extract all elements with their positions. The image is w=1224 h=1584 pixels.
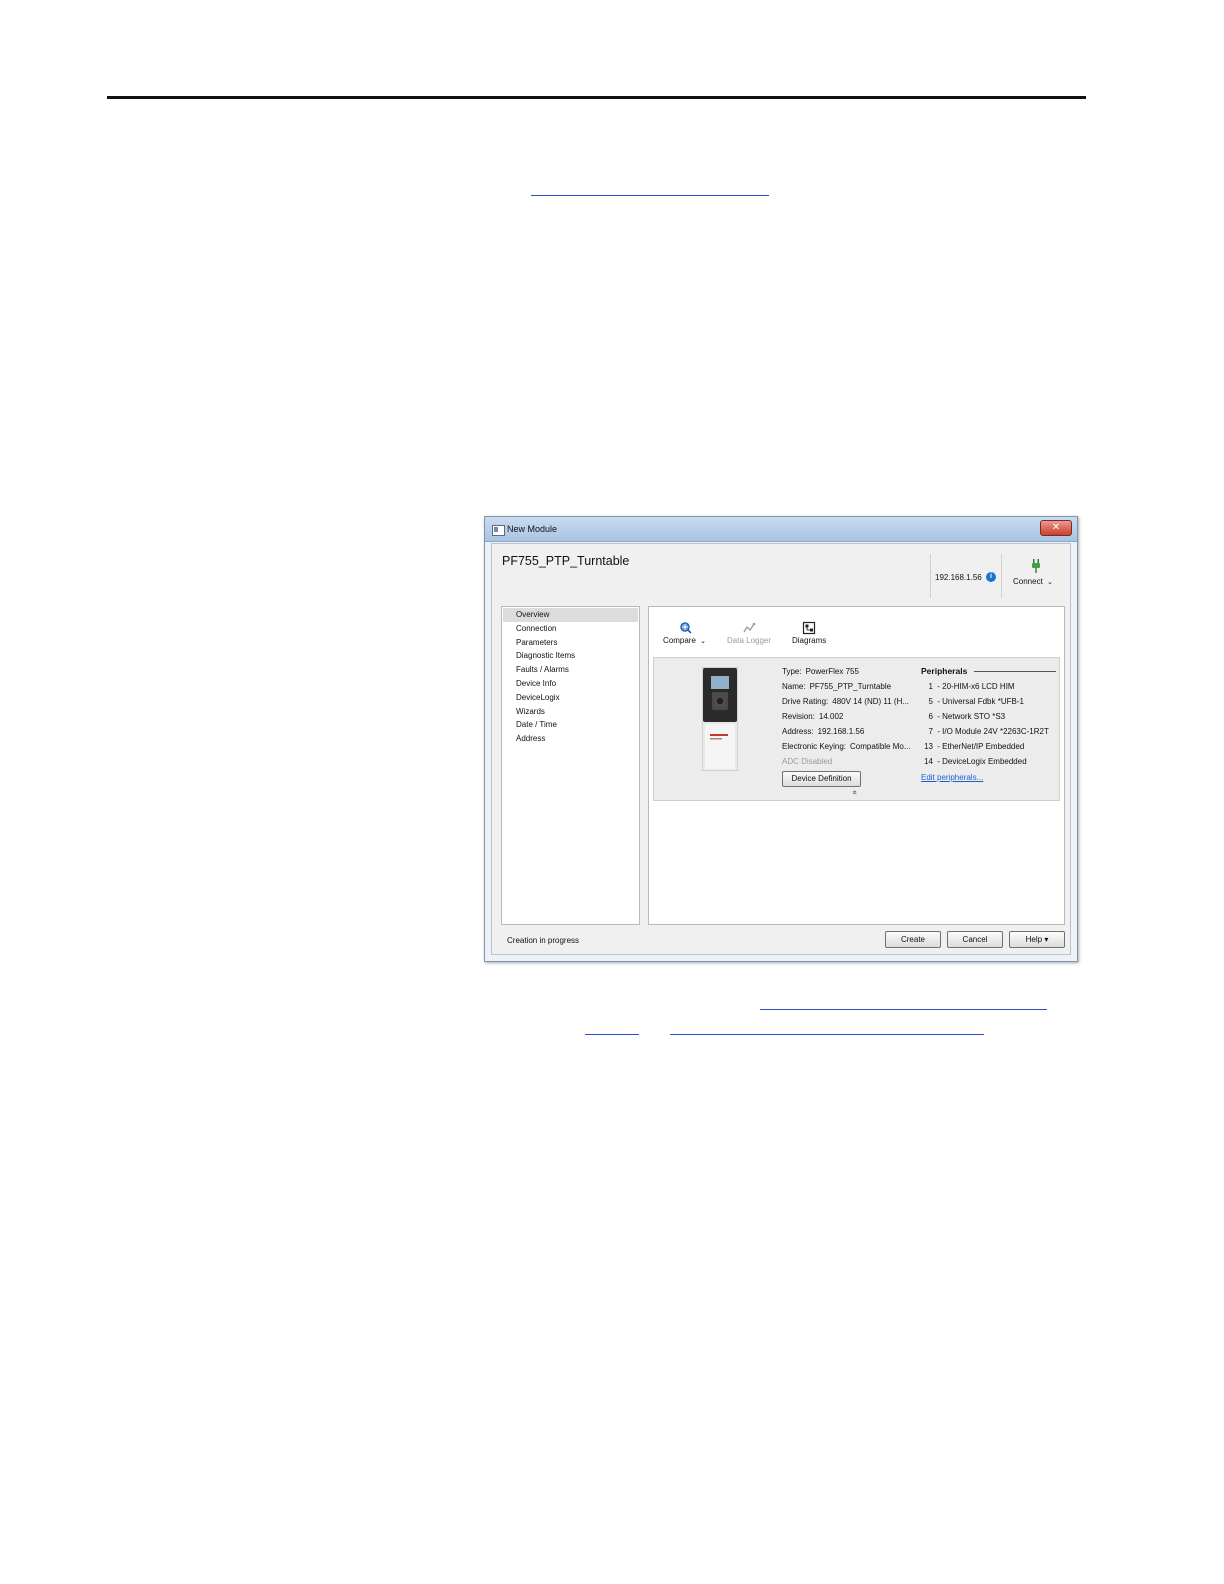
powerflex-drive-image bbox=[702, 667, 738, 771]
nav-item-connection[interactable]: Connection bbox=[502, 622, 639, 636]
address-value: 192.168.1.56 bbox=[817, 727, 865, 736]
peripheral-dash: - bbox=[937, 712, 940, 721]
nav-item-parameters[interactable]: Parameters bbox=[502, 636, 639, 650]
electronic-keying-key: Electronic Keying: bbox=[782, 742, 847, 751]
revision-key: Revision: bbox=[782, 712, 815, 721]
adc-status: ADC Disabled bbox=[782, 757, 833, 766]
peripheral-item: 14 - DeviceLogix Embedded bbox=[919, 757, 1027, 766]
page-top-rule bbox=[107, 96, 1086, 99]
peripheral-name: DeviceLogix Embedded bbox=[942, 757, 1027, 766]
nav-item-diagnostic-items[interactable]: Diagnostic Items bbox=[502, 649, 639, 663]
peripheral-port: 14 bbox=[924, 757, 933, 766]
connect-button[interactable]: Connect ⌄ bbox=[1013, 577, 1053, 586]
compare-button[interactable]: Compare ⌄ bbox=[663, 621, 706, 645]
info-icon[interactable]: i bbox=[986, 572, 996, 582]
drive-rating-field: Drive Rating: 480V 14 (ND) 11 (H... bbox=[782, 697, 909, 706]
help-button[interactable]: Help ▾ bbox=[1009, 931, 1065, 948]
peripheral-dash: - bbox=[937, 682, 940, 691]
new-module-dialog: New Module ✕ PF755_PTP_Turntable 192.168… bbox=[484, 516, 1078, 962]
data-logger-button[interactable]: Data Logger bbox=[727, 621, 771, 645]
status-text: Creation in progress bbox=[507, 936, 580, 945]
overview-pane: Compare ⌄ Data Logger Diagrams Type: Pow… bbox=[648, 606, 1065, 925]
peripheral-item: 13 - EtherNet/IP Embedded bbox=[919, 742, 1024, 751]
peripheral-dash: - bbox=[937, 757, 940, 766]
compare-icon bbox=[679, 622, 692, 634]
data-logger-label: Data Logger bbox=[727, 636, 772, 645]
type-value: PowerFlex 755 bbox=[805, 667, 859, 676]
peripheral-item: 6 - Network STO *S3 bbox=[919, 712, 1006, 721]
address-field: Address: 192.168.1.56 bbox=[782, 727, 864, 736]
type-field: Type: PowerFlex 755 bbox=[782, 667, 859, 676]
cancel-button[interactable]: Cancel bbox=[947, 931, 1003, 948]
drive-rating-value: 480V 14 (ND) 11 (H... bbox=[832, 697, 910, 706]
module-name-title: PF755_PTP_Turntable bbox=[502, 554, 630, 568]
data-logger-icon bbox=[743, 622, 756, 633]
close-button[interactable]: ✕ bbox=[1040, 520, 1072, 536]
ip-address-text: 192.168.1.56 bbox=[935, 573, 982, 582]
doc-link-underline-3[interactable] bbox=[585, 1034, 639, 1035]
nav-item-device-info[interactable]: Device Info bbox=[502, 677, 639, 691]
collapse-glyph: « bbox=[850, 790, 860, 795]
nav-item-faults-alarms[interactable]: Faults / Alarms bbox=[502, 663, 639, 677]
doc-link-underline-4[interactable] bbox=[670, 1034, 984, 1035]
collapse-up-icon[interactable]: « bbox=[850, 788, 860, 797]
address-key: Address: bbox=[782, 727, 814, 736]
diagrams-label: Diagrams bbox=[792, 636, 827, 645]
dialog-title: New Module bbox=[507, 524, 558, 534]
connect-plug-icon[interactable] bbox=[1032, 559, 1040, 573]
doc-link-underline-1[interactable] bbox=[531, 195, 769, 196]
peripheral-port: 6 bbox=[928, 712, 933, 721]
electronic-keying-value: Compatible Mo... bbox=[850, 742, 911, 751]
peripheral-port: 7 bbox=[928, 727, 933, 736]
compare-label: Compare bbox=[663, 636, 696, 645]
revision-field: Revision: 14.002 bbox=[782, 712, 843, 721]
edit-peripherals-link[interactable]: Edit peripherals... bbox=[921, 773, 983, 782]
header-separator bbox=[1001, 554, 1002, 598]
revision-value: 14.002 bbox=[818, 712, 844, 721]
doc-link-underline-2[interactable] bbox=[760, 1009, 1047, 1010]
nav-item-address[interactable]: Address bbox=[502, 732, 639, 746]
peripheral-name: Universal Fdbk *UFB-1 bbox=[942, 697, 1024, 706]
drive-rating-key: Drive Rating: bbox=[782, 697, 829, 706]
name-value: PF755_PTP_Turntable bbox=[809, 682, 892, 691]
nav-item-devicelogix[interactable]: DeviceLogix bbox=[502, 691, 639, 705]
create-button[interactable]: Create bbox=[885, 931, 941, 948]
peripheral-name: Network STO *S3 bbox=[942, 712, 1006, 721]
diagrams-icon bbox=[803, 621, 816, 635]
chevron-down-icon: ⌄ bbox=[1047, 579, 1053, 586]
device-definition-button[interactable]: Device Definition bbox=[782, 771, 861, 787]
peripherals-divider bbox=[974, 671, 1056, 672]
nav-item-date-time[interactable]: Date / Time bbox=[502, 718, 639, 732]
type-key: Type: bbox=[782, 667, 802, 676]
peripherals-heading: Peripherals bbox=[921, 666, 968, 676]
peripheral-port: 1 bbox=[928, 682, 933, 691]
peripheral-item: 7 - I/O Module 24V *2263C-1R2T bbox=[919, 727, 1049, 736]
peripheral-name: 20-HIM-x6 LCD HIM bbox=[942, 682, 1015, 691]
peripheral-name: EtherNet/IP Embedded bbox=[942, 742, 1025, 751]
category-nav: Overview Connection Parameters Diagnosti… bbox=[501, 606, 640, 925]
peripheral-port: 5 bbox=[928, 697, 933, 706]
dialog-body: PF755_PTP_Turntable 192.168.1.56 i Conne… bbox=[491, 543, 1071, 955]
diagrams-button[interactable]: Diagrams bbox=[792, 621, 826, 645]
connect-label: Connect bbox=[1013, 577, 1043, 586]
nav-item-wizards[interactable]: Wizards bbox=[502, 705, 639, 719]
peripheral-item: 5 - Universal Fdbk *UFB-1 bbox=[919, 697, 1024, 706]
name-field: Name: PF755_PTP_Turntable bbox=[782, 682, 891, 691]
peripheral-name: I/O Module 24V *2263C-1R2T bbox=[942, 727, 1049, 736]
peripheral-item: 1 - 20-HIM-x6 LCD HIM bbox=[919, 682, 1015, 691]
dialog-titlebar[interactable]: New Module ✕ bbox=[485, 517, 1077, 542]
header-separator bbox=[930, 554, 931, 598]
peripheral-dash: - bbox=[937, 727, 940, 736]
window-icon bbox=[492, 525, 505, 536]
chevron-down-icon: ⌄ bbox=[700, 638, 707, 645]
peripheral-dash: - bbox=[937, 697, 940, 706]
electronic-keying-field: Electronic Keying: Compatible Mo... bbox=[782, 742, 911, 751]
device-overview-card: Type: PowerFlex 755 Name: PF755_PTP_Turnta… bbox=[653, 657, 1060, 801]
nav-item-overview[interactable]: Overview bbox=[503, 608, 638, 622]
peripheral-dash: - bbox=[937, 742, 940, 751]
peripheral-port: 13 bbox=[924, 742, 933, 751]
name-key: Name: bbox=[782, 682, 806, 691]
